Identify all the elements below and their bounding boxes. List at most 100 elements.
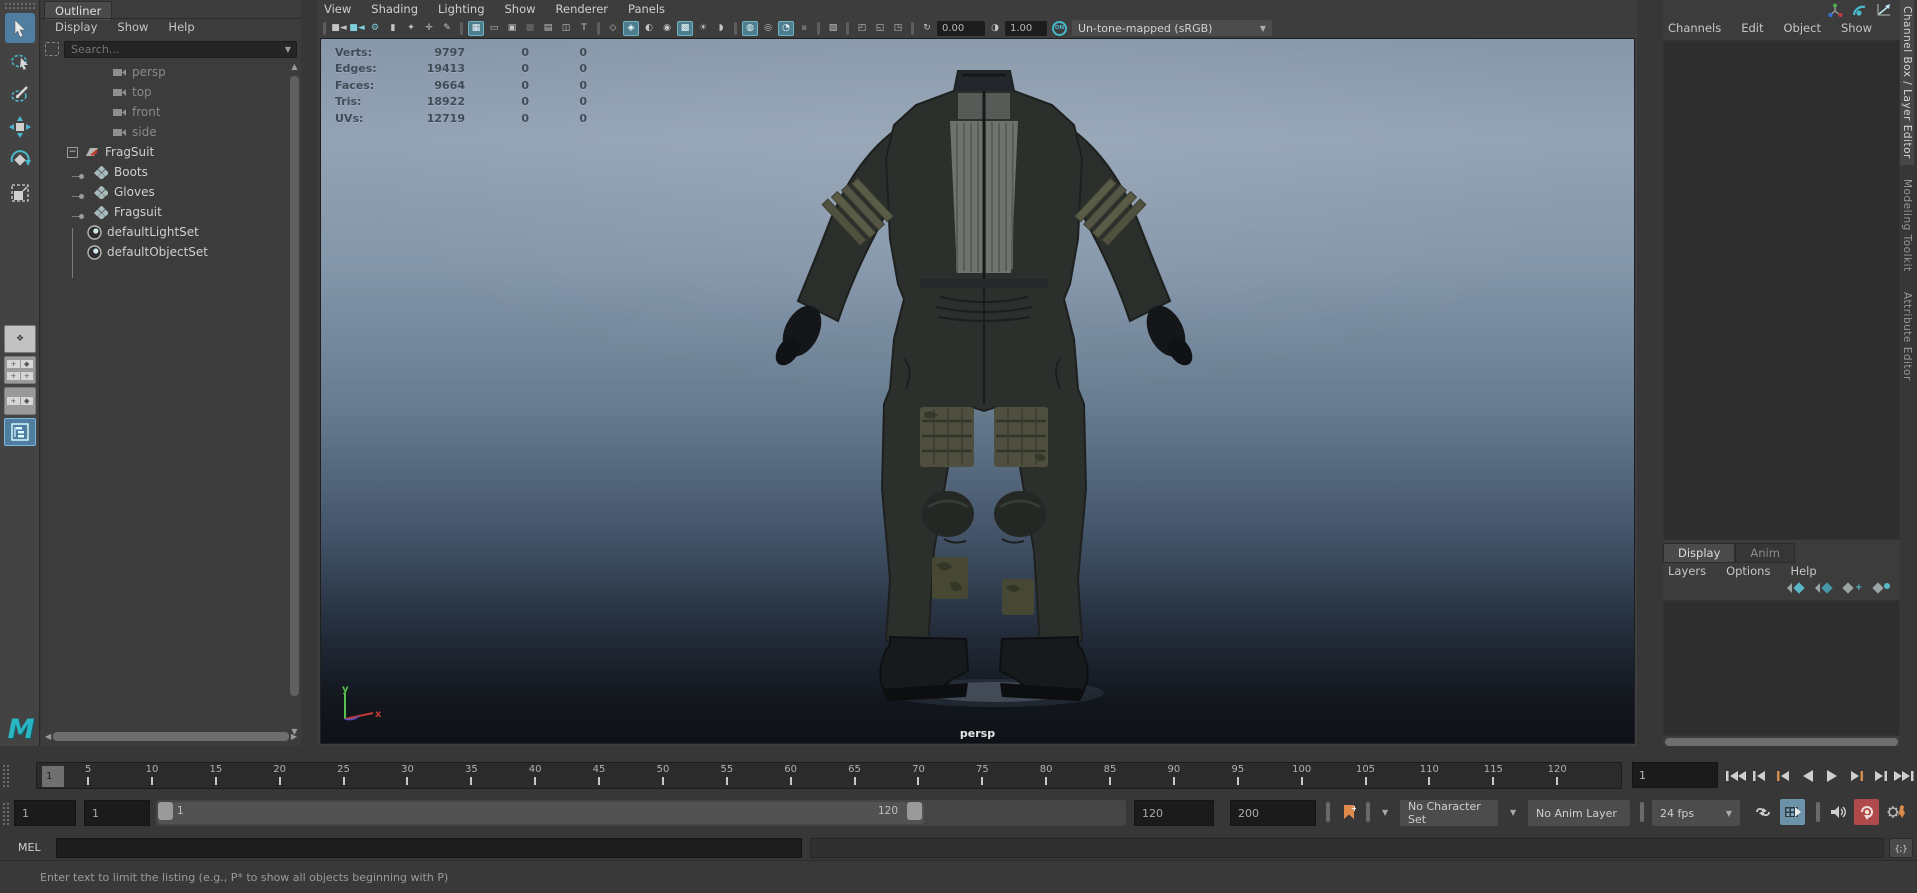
scroll-right-arrow[interactable]: ▶ — [291, 732, 297, 741]
outliner-item-boots[interactable]: Boots — [41, 162, 291, 182]
paint-select-tool-button[interactable] — [5, 79, 35, 109]
splitter-handle[interactable] — [1640, 802, 1644, 822]
tab-modeling-toolkit[interactable]: Modeling Toolkit — [1900, 173, 1914, 278]
move-layer-down-icon[interactable] — [1814, 581, 1834, 595]
auto-keyframe-toggle[interactable] — [1854, 799, 1879, 825]
character-set-dropdown[interactable]: No Character Set — [1400, 800, 1498, 826]
range-start-handle[interactable] — [158, 802, 173, 820]
bookmark-icon[interactable]: ▮ — [385, 21, 401, 36]
go-to-start-button[interactable] — [1724, 764, 1747, 788]
occlusion-icon[interactable]: ◍ — [742, 21, 758, 36]
exposure-field[interactable]: 0.00 — [937, 21, 985, 36]
viewport-menu-renderer[interactable]: Renderer — [556, 2, 609, 16]
go-to-end-button[interactable] — [1892, 764, 1915, 788]
bookmark-add-button[interactable]: + — [1336, 799, 1361, 825]
display-layers-area[interactable] — [1663, 600, 1900, 736]
wireframe-icon[interactable]: ◈ — [623, 21, 639, 36]
camera-settings-icon[interactable]: ⚙ — [367, 21, 383, 36]
animation-preferences-button[interactable] — [1884, 799, 1909, 825]
viewport-canvas[interactable]: Verts:979700 Edges:1941300 Faces:966400 … — [320, 38, 1635, 744]
command-result-area[interactable] — [810, 838, 1884, 858]
film-gate-icon[interactable]: ▭ — [486, 21, 502, 36]
command-language-label[interactable]: MEL — [18, 841, 41, 854]
anti-alias-icon[interactable]: ◔ — [778, 21, 794, 36]
range-slider-grip[interactable] — [2, 802, 10, 826]
layout-outliner-persp-button[interactable] — [4, 418, 36, 446]
layers-menu-layers[interactable]: Layers — [1668, 564, 1706, 578]
outliner-item-defaultobjectset[interactable]: defaultObjectSet — [41, 242, 291, 262]
play-forwards-button[interactable] — [1820, 764, 1843, 788]
field-chart-icon[interactable]: ▤ — [540, 21, 556, 36]
exposure-icon[interactable]: ↻ — [919, 21, 935, 36]
separator[interactable] — [597, 22, 600, 35]
tab-display[interactable]: Display — [1663, 543, 1735, 563]
pan-zoom-icon[interactable]: ✛ — [421, 21, 437, 36]
separator[interactable] — [460, 22, 463, 35]
create-layer-from-selected-icon[interactable] — [1872, 581, 1894, 595]
collapse-expander-icon[interactable]: − — [67, 147, 78, 158]
step-back-frame-button[interactable] — [1748, 764, 1771, 788]
xray-icon[interactable]: ◰ — [854, 21, 870, 36]
outliner-item-fragsuit-mesh[interactable]: Fragsuit — [41, 202, 291, 222]
separator[interactable] — [817, 22, 820, 35]
timeline-ruler[interactable]: 5101520253035404550556065707580859095100… — [36, 762, 1622, 789]
move-tool-button[interactable] — [5, 112, 35, 142]
motion-blur-icon[interactable]: ◎ — [760, 21, 776, 36]
step-forward-frame-button[interactable] — [1868, 764, 1891, 788]
tab-anim[interactable]: Anim — [1735, 543, 1795, 563]
animation-end-field[interactable] — [1230, 800, 1316, 826]
outliner-item-persp[interactable]: persp — [41, 62, 291, 82]
current-frame-marker[interactable]: 1 — [42, 766, 64, 787]
layout-four-view-button[interactable]: +◆++ — [4, 356, 36, 384]
arc-tool-icon[interactable] — [1852, 3, 1867, 17]
graph-trend-icon[interactable] — [1876, 3, 1892, 17]
layers-menu-options[interactable]: Options — [1726, 564, 1770, 578]
tab-channel-box-layer-editor[interactable]: Channel Box / Layer Editor — [1900, 0, 1914, 165]
outliner-item-gloves[interactable]: Gloves — [41, 182, 291, 202]
outliner-item-side[interactable]: side — [41, 122, 291, 142]
grease-pencil-icon[interactable]: ✎ — [439, 21, 455, 36]
tab-attribute-editor[interactable]: Attribute Editor — [1900, 286, 1914, 387]
toolbox-grip[interactable] — [4, 2, 35, 10]
step-back-key-button[interactable] — [1772, 764, 1795, 788]
layers-menu-help[interactable]: Help — [1790, 564, 1816, 578]
safe-title-icon[interactable]: T — [576, 21, 592, 36]
script-editor-button[interactable]: {;} — [1889, 838, 1913, 858]
outliner-item-fragsuit-group[interactable]: − FragSuit — [41, 142, 291, 162]
scroll-up-arrow[interactable]: ▲ — [290, 62, 299, 71]
splitter-handle[interactable] — [1326, 802, 1330, 822]
horizontal-scroll-thumb[interactable] — [53, 732, 289, 741]
rotate-tool-button[interactable] — [5, 145, 35, 175]
play-backwards-button[interactable] — [1796, 764, 1819, 788]
channel-box-area[interactable] — [1663, 40, 1900, 540]
axis-tripod-icon[interactable] — [1828, 3, 1843, 17]
outliner-item-front[interactable]: front — [41, 102, 291, 122]
scroll-left-arrow[interactable]: ◀ — [45, 732, 51, 741]
lights-icon[interactable]: ☀ — [695, 21, 711, 36]
shaded-icon[interactable]: ◐ — [641, 21, 657, 36]
viewport-menu-lighting[interactable]: Lighting — [438, 2, 484, 16]
grid-icon[interactable]: ▦ — [468, 21, 484, 36]
viewport-menu-view[interactable]: View — [324, 2, 351, 16]
gamma-icon[interactable]: ◑ — [987, 21, 1003, 36]
rightpanel-horizontal-scroll-thumb[interactable] — [1665, 738, 1898, 746]
viewport-menu-shading[interactable]: Shading — [371, 2, 418, 16]
camera-lock-icon[interactable]: ■◄ — [349, 21, 365, 36]
anim-layer-dropdown[interactable]: No Anim Layer — [1528, 800, 1630, 826]
selection-highlight-icon[interactable]: ▧ — [825, 21, 841, 36]
separator[interactable] — [323, 22, 326, 35]
character-set-menu-arrow[interactable]: ▼ — [1382, 808, 1388, 817]
safe-action-icon[interactable]: ◫ — [558, 21, 574, 36]
isolate-select-icon[interactable]: ◇ — [605, 21, 621, 36]
lasso-tool-button[interactable] — [5, 46, 35, 76]
move-layer-up-icon[interactable] — [1786, 581, 1806, 595]
range-slider[interactable]: 1 120 — [156, 800, 1126, 826]
playback-start-field[interactable] — [84, 800, 150, 826]
gamma-field[interactable]: 1.00 — [1005, 21, 1047, 36]
playblast-button[interactable] — [1780, 799, 1805, 825]
select-tool-button[interactable] — [5, 13, 35, 43]
channelbox-menu-object[interactable]: Object — [1784, 21, 1821, 35]
channelbox-menu-show[interactable]: Show — [1841, 21, 1872, 35]
splitter-handle[interactable] — [1816, 802, 1820, 822]
time-slider-grip[interactable] — [2, 764, 10, 788]
